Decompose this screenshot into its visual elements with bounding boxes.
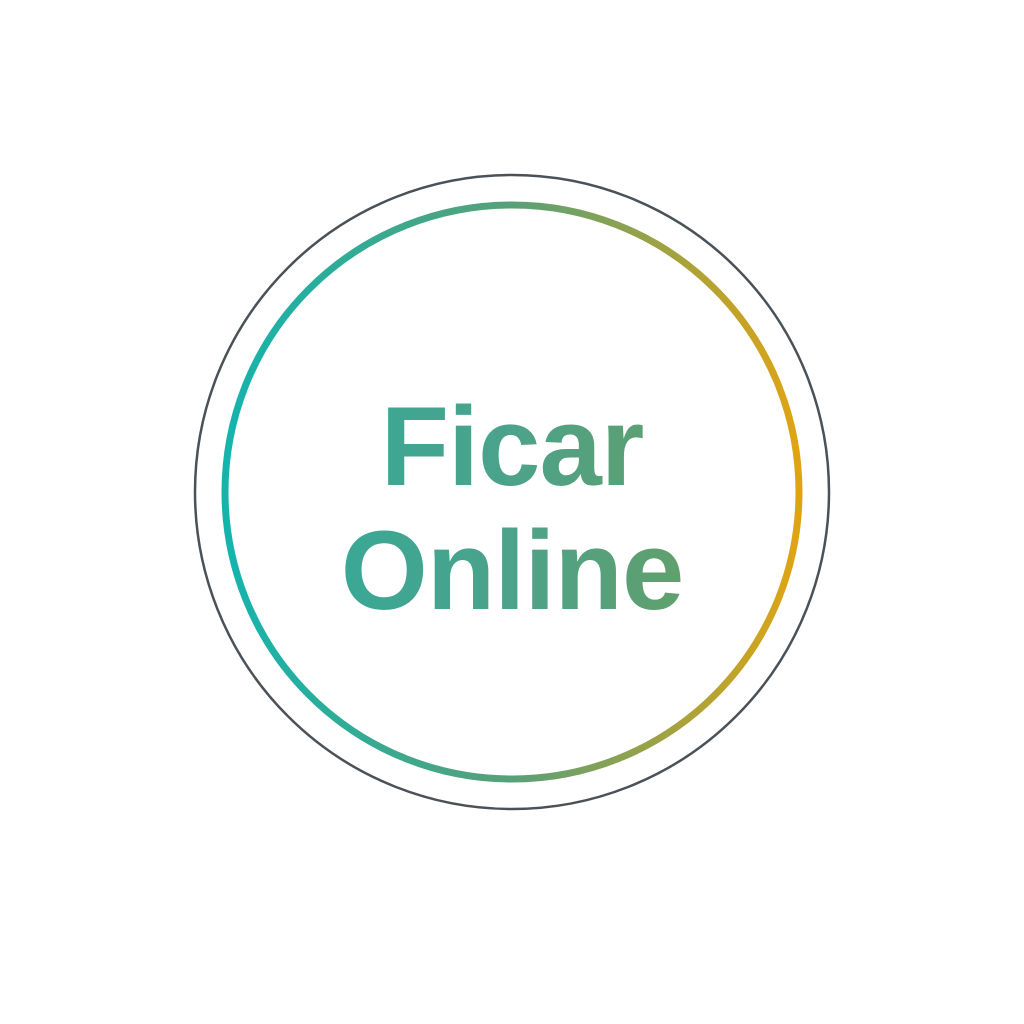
logo-canvas: Ficar Online	[0, 0, 1024, 1024]
logo-wordmark: Ficar Online	[0, 0, 1024, 1024]
logo-line-1: Ficar	[380, 384, 644, 509]
logo-line-2: Online	[340, 508, 684, 633]
